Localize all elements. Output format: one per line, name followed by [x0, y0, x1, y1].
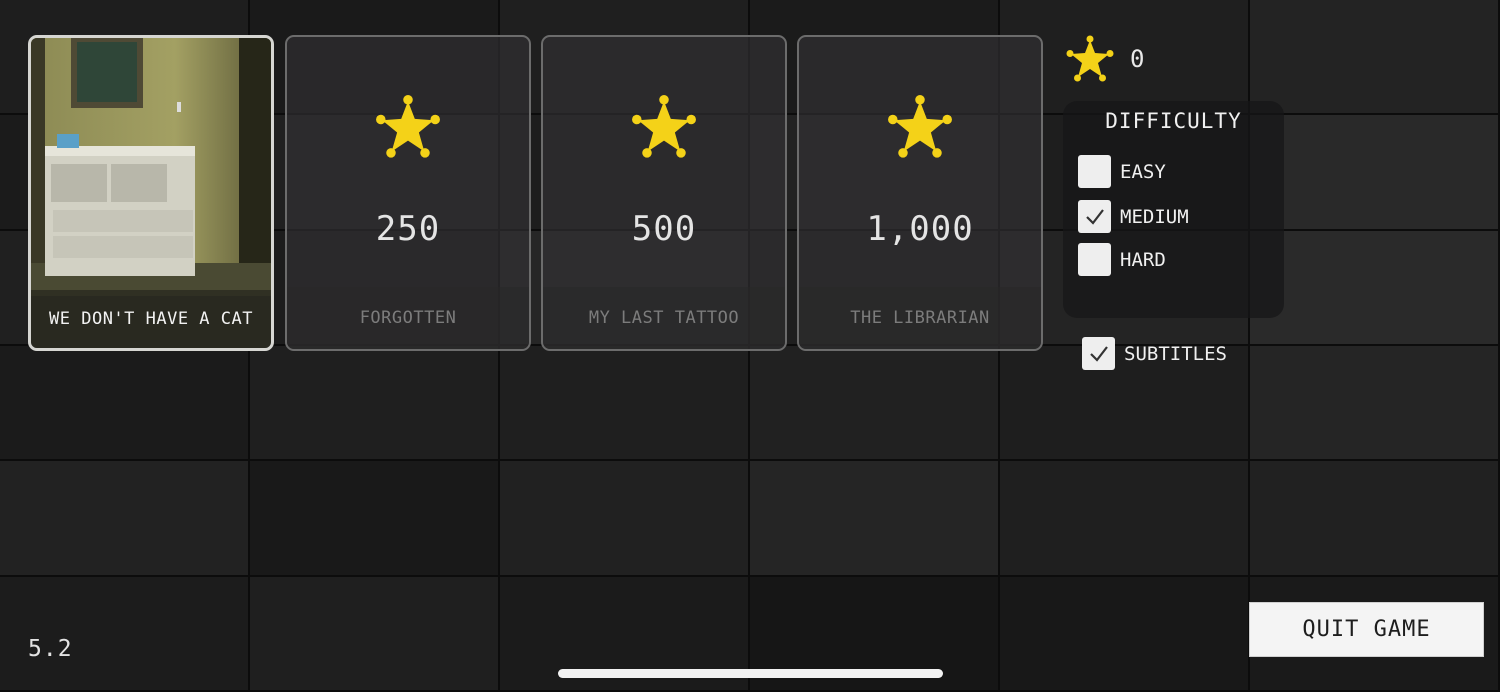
- subtitles-toggle[interactable]: SUBTITLES: [1082, 337, 1227, 370]
- star-balance: 0: [1064, 34, 1144, 84]
- level-card-my-last-tattoo[interactable]: 500 MY LAST TATTOO: [541, 35, 787, 351]
- level-title: WE DON'T HAVE A CAT: [31, 290, 271, 348]
- version-label: 5.2: [28, 636, 73, 662]
- checkbox[interactable]: [1078, 243, 1111, 276]
- difficulty-panel: DIFFICULTY EASY MEDIUM HARD: [1063, 101, 1284, 318]
- level-card-we-dont-have-a-cat[interactable]: WE DON'T HAVE A CAT: [28, 35, 274, 351]
- subtitles-label: SUBTITLES: [1124, 342, 1227, 365]
- difficulty-title: DIFFICULTY: [1105, 109, 1242, 133]
- level-title: MY LAST TATTOO: [543, 287, 785, 349]
- option-label: EASY: [1120, 160, 1166, 183]
- home-indicator[interactable]: [558, 669, 943, 678]
- difficulty-option-medium[interactable]: MEDIUM: [1078, 200, 1189, 233]
- checkbox[interactable]: [1078, 155, 1111, 188]
- level-price: 500: [631, 209, 697, 249]
- difficulty-option-hard[interactable]: HARD: [1078, 243, 1166, 276]
- checkbox[interactable]: [1078, 200, 1111, 233]
- level-card-forgotten[interactable]: 250 FORGOTTEN: [285, 35, 531, 351]
- star-icon: [376, 95, 440, 158]
- level-title: FORGOTTEN: [287, 287, 529, 349]
- star-count-value: 0: [1130, 45, 1145, 73]
- option-label: HARD: [1120, 248, 1166, 271]
- level-price: 250: [375, 209, 441, 249]
- level-thumbnail-photo: [31, 38, 271, 296]
- checkbox[interactable]: [1082, 337, 1115, 370]
- star-icon: [888, 95, 952, 158]
- quit-game-button[interactable]: QUIT GAME: [1249, 602, 1484, 657]
- option-label: MEDIUM: [1120, 205, 1189, 228]
- checkmark-icon: [1085, 208, 1104, 225]
- level-title: THE LIBRARIAN: [799, 287, 1041, 349]
- star-icon: [1066, 35, 1114, 82]
- star-icon: [632, 95, 696, 158]
- difficulty-option-easy[interactable]: EASY: [1078, 155, 1166, 188]
- level-price: 1,000: [866, 209, 974, 249]
- checkmark-icon: [1089, 345, 1108, 362]
- level-card-the-librarian[interactable]: 1,000 THE LIBRARIAN: [797, 35, 1043, 351]
